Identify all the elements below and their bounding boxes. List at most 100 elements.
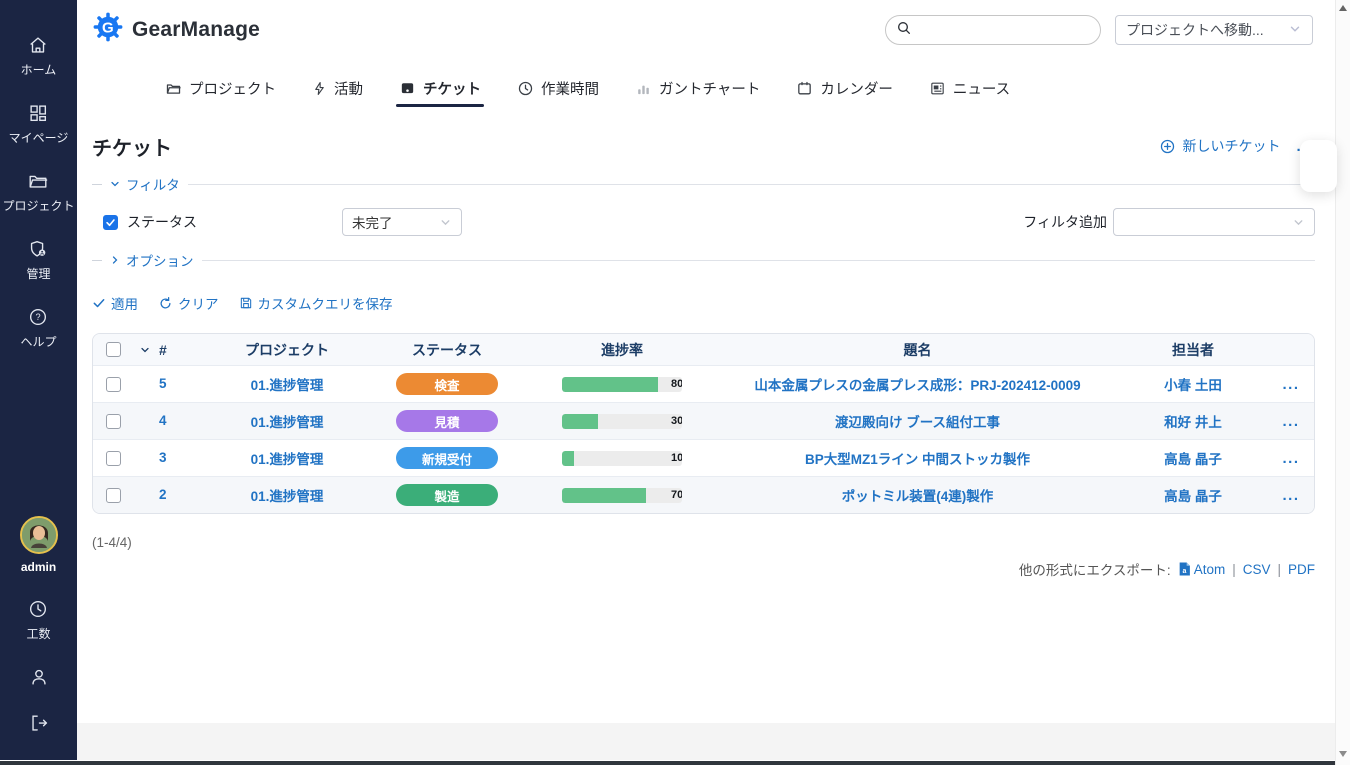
progress-bar: 30% xyxy=(562,414,682,429)
project-link[interactable]: 01.進捗管理 xyxy=(251,374,324,394)
progress-fill xyxy=(562,451,574,466)
ticket-id-link[interactable]: 5 xyxy=(159,376,167,391)
tab-gantt[interactable]: ガントチャート xyxy=(635,60,760,116)
table-row: 2 01.進捗管理 製造 70% ポットミル装置(4連)製作 高島 晶子 ... xyxy=(93,476,1314,513)
header-options-chevron[interactable] xyxy=(133,344,157,356)
add-filter-select[interactable] xyxy=(1113,208,1315,236)
sidebar-item-logout[interactable] xyxy=(28,712,50,734)
select-all-checkbox[interactable] xyxy=(106,342,121,357)
progress-bar: 10% xyxy=(562,451,682,466)
tabbar: プロジェクト 活動 チケット 作業時間 ガントチャート カレンダー xyxy=(77,60,1335,116)
sidebar-item-projects[interactable]: プロジェクト xyxy=(2,170,74,214)
tab-news[interactable]: ニュース xyxy=(929,60,1010,116)
refresh-icon xyxy=(158,296,173,311)
row-checkbox[interactable] xyxy=(106,488,121,503)
project-link[interactable]: 01.進捗管理 xyxy=(251,411,324,431)
tab-projects[interactable]: プロジェクト xyxy=(165,60,276,116)
header-project[interactable]: プロジェクト xyxy=(207,340,367,360)
export-pdf-link[interactable]: PDF xyxy=(1288,562,1315,577)
assignee-link[interactable]: 小春 土田 xyxy=(1164,374,1222,394)
sidebar-item-label: 管理 xyxy=(26,265,50,282)
assignee-link[interactable]: 高島 晶子 xyxy=(1164,485,1222,505)
scroll-down-arrow-icon[interactable] xyxy=(1339,751,1347,757)
project-link[interactable]: 01.進捗管理 xyxy=(251,485,324,505)
export-csv-link[interactable]: CSV xyxy=(1243,562,1271,577)
chevron-down-icon xyxy=(1292,216,1305,229)
tab-label: カレンダー xyxy=(820,78,893,99)
sidebar-item-kosu[interactable]: 工数 xyxy=(26,598,50,642)
user-profile[interactable]: admin xyxy=(20,516,58,574)
ticket-id-link[interactable]: 4 xyxy=(159,413,167,428)
header-subject[interactable]: 題名 xyxy=(717,340,1118,360)
row-more-button[interactable]: ... xyxy=(1282,487,1299,504)
window-bottom-border xyxy=(0,761,1335,765)
header-assignee[interactable]: 担当者 xyxy=(1118,340,1268,360)
row-checkbox[interactable] xyxy=(106,377,121,392)
subject-link[interactable]: 山本金属プレスの金属プレス成形：PRJ-202412-0009 xyxy=(754,374,1080,394)
collapsed-side-panel[interactable] xyxy=(1300,140,1337,192)
ticket-id-link[interactable]: 3 xyxy=(159,450,167,465)
add-filter-label: フィルタ追加 xyxy=(1023,212,1107,232)
select-all-checkbox-cell xyxy=(93,342,133,357)
search-box[interactable] xyxy=(885,15,1101,45)
header-progress[interactable]: 進捗率 xyxy=(527,340,717,360)
save-query-button[interactable]: カスタムクエリを保存 xyxy=(239,293,393,313)
status-value-select[interactable]: 未完了 xyxy=(342,208,462,236)
separator: | xyxy=(1277,562,1281,577)
apply-button[interactable]: 適用 xyxy=(92,293,138,313)
filter-section-toggle[interactable]: フィルタ xyxy=(109,174,180,194)
status-checkbox[interactable] xyxy=(103,215,118,230)
brand[interactable]: G GearManage xyxy=(93,12,260,48)
row-more-button[interactable]: ... xyxy=(1282,413,1299,430)
project-jump-select[interactable]: プロジェクトへ移動... xyxy=(1115,15,1313,45)
subject-link[interactable]: BP大型MZ1ライン 中間ストッカ製作 xyxy=(805,448,1030,468)
main-area: G GearManage プロジェクトへ移動... xyxy=(77,0,1335,760)
search-input[interactable] xyxy=(918,23,1094,38)
row-checkbox[interactable] xyxy=(106,414,121,429)
tab-tickets[interactable]: チケット xyxy=(399,60,481,116)
header-id[interactable]: # xyxy=(157,342,207,358)
dashboard-grid-icon xyxy=(27,102,49,124)
export-atom-link[interactable]: a Atom xyxy=(1178,562,1226,577)
sidebar-item-label: ヘルプ xyxy=(20,333,56,350)
status-filter-label: ステータス xyxy=(127,212,197,232)
sidebar-item-admin[interactable]: 管理 xyxy=(26,238,50,282)
assignee-link[interactable]: 高島 晶子 xyxy=(1164,448,1222,468)
home-icon xyxy=(27,34,49,56)
status-selected-value: 未完了 xyxy=(352,212,393,232)
sidebar-bottom-group: admin 工数 xyxy=(20,516,58,760)
progress-label: 30% xyxy=(622,414,682,429)
check-icon xyxy=(105,217,116,228)
sidebar-item-account[interactable] xyxy=(28,666,50,688)
new-ticket-button[interactable]: 新しいチケット xyxy=(1159,136,1280,156)
options-section-toggle[interactable]: オプション xyxy=(109,250,194,270)
sidebar-item-label: 工数 xyxy=(26,625,50,642)
apply-label: 適用 xyxy=(111,293,138,313)
row-more-button[interactable]: ... xyxy=(1282,450,1299,467)
project-link[interactable]: 01.進捗管理 xyxy=(251,448,324,468)
header-status[interactable]: ステータス xyxy=(367,340,527,360)
sidebar-item-help[interactable]: ? ヘルプ xyxy=(20,306,56,350)
subject-link[interactable]: 渡辺殿向け ブース組付工事 xyxy=(835,411,1000,431)
scroll-up-arrow-icon[interactable] xyxy=(1339,5,1347,11)
progress-fill xyxy=(562,414,598,429)
tab-worktime[interactable]: 作業時間 xyxy=(517,60,599,116)
tab-calendar[interactable]: カレンダー xyxy=(796,60,893,116)
tab-activity[interactable]: 活動 xyxy=(312,60,363,116)
clear-button[interactable]: クリア xyxy=(158,293,219,313)
check-icon xyxy=(92,296,106,310)
shield-user-icon xyxy=(27,238,49,260)
atom-feed-icon: a xyxy=(1178,562,1191,576)
sidebar-item-mypage[interactable]: マイページ xyxy=(9,102,69,146)
row-checkbox[interactable] xyxy=(106,451,121,466)
assignee-link[interactable]: 和好 井上 xyxy=(1164,411,1222,431)
subject-link[interactable]: ポットミル装置(4連)製作 xyxy=(842,485,994,505)
calendar-icon xyxy=(796,80,813,97)
options-section-header: オプション xyxy=(92,250,1315,270)
topbar: G GearManage プロジェクトへ移動... xyxy=(77,0,1335,60)
ticket-id-link[interactable]: 2 xyxy=(159,487,167,502)
clock-icon xyxy=(517,80,534,97)
vertical-scrollbar[interactable] xyxy=(1335,0,1350,765)
row-more-button[interactable]: ... xyxy=(1282,376,1299,393)
sidebar-item-home[interactable]: ホーム xyxy=(21,34,57,78)
